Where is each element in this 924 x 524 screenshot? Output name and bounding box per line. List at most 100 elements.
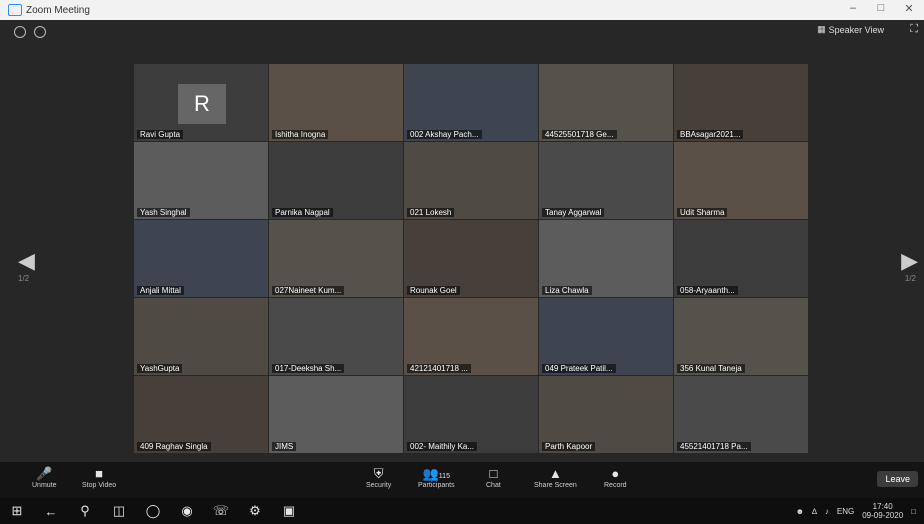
grid-icon: ▦ bbox=[817, 24, 826, 34]
participant-tile[interactable]: JIMS bbox=[269, 376, 403, 453]
participant-name: Rounak Goel bbox=[407, 286, 460, 295]
share-screen-icon: ▲ bbox=[548, 466, 562, 481]
participant-tile[interactable]: R Ravi Gupta bbox=[134, 64, 268, 141]
window-title: Zoom Meeting bbox=[26, 4, 90, 16]
security-button[interactable]: ⛨ Security bbox=[366, 466, 391, 489]
participant-name: Liza Chawla bbox=[542, 286, 592, 295]
participant-name: 44525501718 Ge... bbox=[542, 130, 617, 139]
maximize-button[interactable]: □ bbox=[872, 2, 890, 14]
participant-name: 058-Aryaanth... bbox=[677, 286, 738, 295]
participant-tile[interactable]: 002 Akshay Pach... bbox=[404, 64, 538, 141]
whatsapp-icon[interactable]: ☏ bbox=[204, 503, 238, 519]
participant-name: 017-Deeksha Sh... bbox=[272, 364, 345, 373]
settings-gear-icon[interactable]: ⚙ bbox=[238, 503, 272, 519]
participant-tile[interactable]: 027Naineet Kum... bbox=[269, 220, 403, 297]
volume-icon[interactable]: ♪ bbox=[825, 507, 829, 516]
participant-name: Ravi Gupta bbox=[137, 130, 184, 139]
participant-name: Anjali Mittal bbox=[137, 286, 184, 295]
participant-tile[interactable]: Ishitha Inogna bbox=[269, 64, 403, 141]
participant-name: 409 Raghav Singla bbox=[137, 442, 211, 451]
cortana-icon[interactable]: ◯ bbox=[136, 503, 170, 519]
page-indicator-right: 1/2 bbox=[904, 274, 916, 283]
video-camera-icon: ■ bbox=[95, 466, 103, 481]
participant-tile[interactable]: 002- Maithily Ka... bbox=[404, 376, 538, 453]
participant-tile[interactable]: Parnika Nagpal bbox=[269, 142, 403, 219]
leave-button[interactable]: Leave bbox=[877, 471, 918, 487]
clock[interactable]: 17:40 09-09-2020 bbox=[862, 502, 903, 520]
language-indicator[interactable]: ENG bbox=[837, 507, 854, 516]
participant-name: BBAsagar2021... bbox=[677, 130, 744, 139]
record-button[interactable]: ● Record bbox=[604, 466, 627, 489]
participant-tile[interactable]: BBAsagar2021... bbox=[674, 64, 808, 141]
page-indicator-left: 1/2 bbox=[18, 274, 30, 283]
participant-name: Ishitha Inogna bbox=[272, 130, 329, 139]
participant-name: JIMS bbox=[272, 442, 297, 451]
participant-tile[interactable]: 44525501718 Ge... bbox=[539, 64, 673, 141]
chrome-icon[interactable]: ◉ bbox=[170, 503, 204, 519]
muted-microphone-icon: 🎤 bbox=[36, 466, 53, 481]
windows-start-icon[interactable]: ⊞ bbox=[0, 503, 34, 519]
unmute-button[interactable]: 🎤 Unmute bbox=[32, 466, 57, 489]
participant-tile[interactable]: 45521401718 Pa... bbox=[674, 376, 808, 453]
participant-tile[interactable]: 058-Aryaanth... bbox=[674, 220, 808, 297]
participant-name: Udit Sharma bbox=[677, 208, 728, 217]
meeting-info-icon[interactable] bbox=[14, 26, 26, 38]
people-icon[interactable]: ☻ bbox=[796, 507, 804, 516]
participants-icon: 👥115 bbox=[422, 466, 450, 481]
system-tray: ☻ ∆ ♪ ENG 17:40 09-09-2020 □ bbox=[796, 502, 916, 520]
participant-name: Parth Kapoor bbox=[542, 442, 596, 451]
shield-icon: ⛨ bbox=[373, 466, 384, 481]
participant-tile[interactable]: YashGupta bbox=[134, 298, 268, 375]
participant-tile[interactable]: 409 Raghav Singla bbox=[134, 376, 268, 453]
share-screen-button[interactable]: ▲ Share Screen bbox=[534, 466, 577, 489]
zoom-app-icon bbox=[8, 4, 22, 16]
zoom-taskbar-icon[interactable]: ▣ bbox=[272, 503, 306, 519]
participant-tile[interactable]: 049 Prateek Patil... bbox=[539, 298, 673, 375]
participant-tile[interactable]: 017-Deeksha Sh... bbox=[269, 298, 403, 375]
close-button[interactable]: ✕ bbox=[900, 2, 918, 15]
participant-tile[interactable]: Tanay Aggarwal bbox=[539, 142, 673, 219]
participant-name: 356 Kunal Taneja bbox=[677, 364, 745, 373]
participant-tile[interactable]: Rounak Goel bbox=[404, 220, 538, 297]
next-page-arrow-icon[interactable]: ▶ bbox=[901, 248, 918, 274]
participant-tile[interactable]: Yash Singhal bbox=[134, 142, 268, 219]
participant-tile[interactable]: Udit Sharma bbox=[674, 142, 808, 219]
participants-count: 115 bbox=[438, 473, 450, 480]
participant-tile[interactable]: 021 Lokesh bbox=[404, 142, 538, 219]
participant-name: 021 Lokesh bbox=[407, 208, 455, 217]
stop-video-button[interactable]: ■ Stop Video bbox=[82, 466, 116, 489]
notifications-icon[interactable]: □ bbox=[911, 507, 916, 516]
task-view-icon[interactable]: ◫ bbox=[102, 503, 136, 519]
participant-tile[interactable]: Liza Chawla bbox=[539, 220, 673, 297]
participant-name: 027Naineet Kum... bbox=[272, 286, 345, 295]
participant-tile[interactable]: Anjali Mittal bbox=[134, 220, 268, 297]
participant-name: 45521401718 Pa... bbox=[677, 442, 751, 451]
participant-avatar: R bbox=[178, 84, 226, 124]
participant-tile[interactable]: 356 Kunal Taneja bbox=[674, 298, 808, 375]
search-icon[interactable]: ⚲ bbox=[68, 503, 102, 519]
previous-page-arrow-icon[interactable]: ◀ bbox=[18, 248, 35, 274]
participant-name: Tanay Aggarwal bbox=[542, 208, 605, 217]
participant-name: 002 Akshay Pach... bbox=[407, 130, 482, 139]
fullscreen-icon[interactable]: ⛶ bbox=[910, 23, 918, 36]
participant-name: Yash Singhal bbox=[137, 208, 190, 217]
network-icon[interactable]: ∆ bbox=[812, 507, 817, 516]
participant-name: 42121401718 ... bbox=[407, 364, 471, 373]
meeting-gallery: ▦ Speaker View ⛶ ◀ 1/2 ▶ 1/2 R Ravi Gupta… bbox=[0, 20, 924, 462]
participant-name: 002- Maithily Ka... bbox=[407, 442, 478, 451]
participants-button[interactable]: 👥115 Participants bbox=[418, 466, 455, 489]
speaker-view-button[interactable]: ▦ Speaker View bbox=[817, 24, 884, 35]
participant-tile[interactable]: Parth Kapoor bbox=[539, 376, 673, 453]
chat-button[interactable]: □ Chat bbox=[486, 466, 501, 489]
window-title-bar: Zoom Meeting – □ ✕ bbox=[0, 0, 924, 20]
participant-tile[interactable]: 42121401718 ... bbox=[404, 298, 538, 375]
encryption-shield-icon[interactable] bbox=[34, 26, 46, 38]
record-icon: ● bbox=[611, 466, 620, 481]
minimize-button[interactable]: – bbox=[844, 2, 862, 14]
windows-taskbar: ⊞ ← ⚲ ◫ ◯ ◉ ☏ ⚙ ▣ ☻ ∆ ♪ ENG 17:40 09-09-… bbox=[0, 498, 924, 524]
participant-name: Parnika Nagpal bbox=[272, 208, 333, 217]
participant-name: 049 Prateek Patil... bbox=[542, 364, 616, 373]
participant-name: YashGupta bbox=[137, 364, 183, 373]
back-arrow-icon[interactable]: ← bbox=[34, 504, 68, 519]
meeting-controls: 🎤 Unmute ■ Stop Video ⛨ Security 👥115 Pa… bbox=[0, 462, 924, 498]
